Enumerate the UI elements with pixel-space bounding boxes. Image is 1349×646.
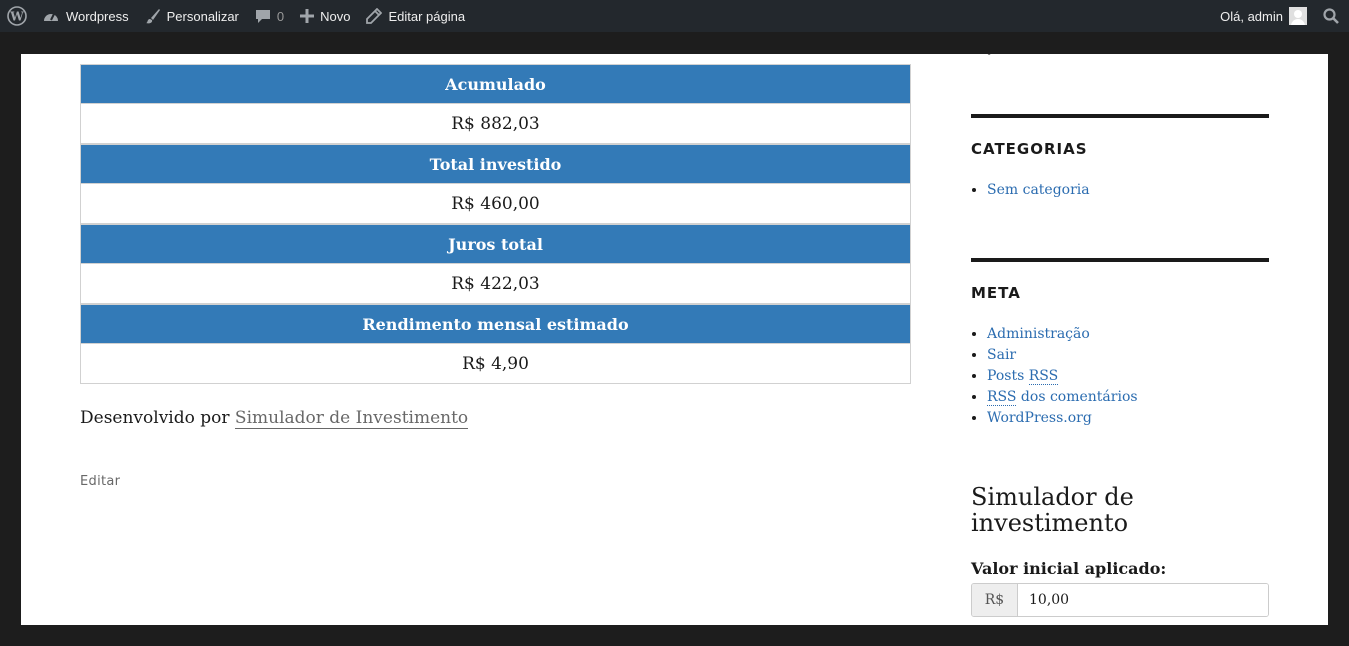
categories-title: CATEGORIAS [971, 140, 1088, 158]
search-button[interactable] [1315, 0, 1349, 32]
results-value-total-interest: R$ 422,03 [80, 264, 911, 304]
meta-link-wordpress-org[interactable]: WordPress.org [987, 410, 1092, 426]
page-content: • Acumulado R$ 882,03 Total investido R$… [21, 54, 1328, 625]
dashboard-icon [42, 8, 60, 24]
results-header-monthly-yield: Rendimento mensal estimado [80, 304, 911, 344]
comments-menu[interactable]: 0 [247, 0, 292, 32]
list-item: Sair [987, 345, 1138, 366]
meta-title: META [971, 284, 1021, 302]
svg-text:W: W [9, 10, 24, 24]
customize-label: Personalizar [166, 8, 239, 24]
edit-page-label: Editar página [388, 8, 466, 24]
initial-value-label: Valor inicial aplicado: [971, 559, 1167, 578]
posts-rss-prefix: Posts [987, 368, 1029, 384]
currency-addon: R$ [972, 584, 1018, 616]
meta-link-comments-rss[interactable]: RSS dos comentários [987, 389, 1138, 406]
meta-link-posts-rss[interactable]: Posts RSS [987, 368, 1059, 385]
new-content-menu[interactable]: Novo [292, 0, 358, 32]
site-name-menu[interactable]: Wordpress [34, 0, 137, 32]
list-item: Administração [987, 324, 1138, 345]
credit-prefix: Desenvolvido por [80, 408, 235, 428]
initial-value-input[interactable] [1018, 584, 1268, 616]
meta-link-logout[interactable]: Sair [987, 347, 1016, 363]
clipped-text-fragment: • [985, 54, 994, 62]
pencil-icon [366, 8, 383, 24]
edit-post-link[interactable]: Editar [80, 474, 120, 489]
customize-menu[interactable]: Personalizar [137, 0, 247, 32]
avatar [1289, 7, 1307, 25]
results-header-total-invested: Total investido [80, 144, 911, 184]
rss-abbr: RSS [1028, 368, 1059, 385]
admin-bar: W Wordpress Personalizar 0 Novo Editar p… [0, 0, 1349, 32]
site-name-label: Wordpress [66, 8, 129, 24]
results-header-accumulated: Acumulado [80, 64, 911, 104]
edit-page-menu[interactable]: Editar página [358, 0, 473, 32]
comments-rss-suffix: dos comentários [1016, 389, 1138, 405]
new-label: Novo [320, 8, 351, 24]
credit-link[interactable]: Simulador de Investimento [234, 408, 469, 429]
simulator-title: Simulador de investimento [971, 483, 1134, 537]
initial-value-group: R$ [971, 583, 1269, 617]
rss-abbr: RSS [987, 389, 1017, 406]
widget-divider [971, 258, 1269, 262]
widget-divider [971, 114, 1269, 118]
list-item: Sem categoria [987, 180, 1090, 201]
my-account-menu[interactable]: Olá, admin [1212, 0, 1315, 32]
results-value-total-invested: R$ 460,00 [80, 184, 911, 224]
results-header-total-interest: Juros total [80, 224, 911, 264]
meta-link-admin[interactable]: Administração [987, 326, 1090, 342]
list-item: RSS dos comentários [987, 387, 1138, 408]
list-item: Posts RSS [987, 366, 1138, 387]
categories-list: Sem categoria [987, 180, 1090, 201]
list-item: WordPress.org [987, 408, 1138, 429]
plus-icon [300, 9, 315, 23]
paintbrush-icon [145, 8, 161, 24]
comments-count: 0 [276, 8, 285, 24]
comment-bubble-icon [255, 8, 271, 24]
category-link-uncategorized[interactable]: Sem categoria [987, 182, 1090, 198]
meta-list: Administração Sair Posts RSS RSS dos com… [987, 324, 1138, 429]
results-value-monthly-yield: R$ 4,90 [80, 344, 911, 384]
results-table: Acumulado R$ 882,03 Total investido R$ 4… [80, 64, 911, 384]
wordpress-logo-icon[interactable]: W [0, 0, 34, 32]
developer-credit: Desenvolvido por Simulador de Investimen… [80, 408, 469, 429]
search-icon [1323, 8, 1339, 24]
greeting-label: Olá, admin [1220, 8, 1283, 24]
results-value-accumulated: R$ 882,03 [80, 104, 911, 144]
